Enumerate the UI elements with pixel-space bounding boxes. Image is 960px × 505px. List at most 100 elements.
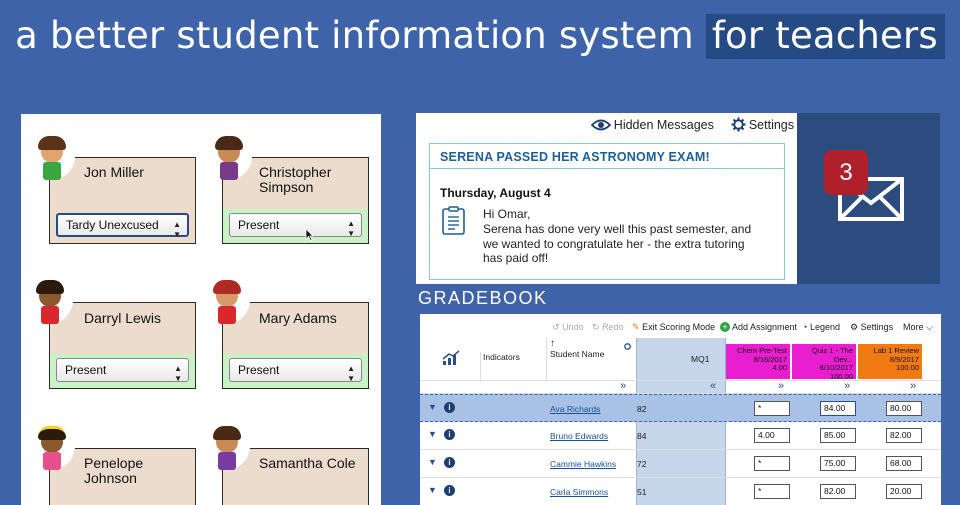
headline-prefix: a better student information system <box>15 14 706 57</box>
score-input[interactable]: 75.00 <box>820 456 856 471</box>
table-row[interactable]: ▼ i Ava Richards 82 * 84.00 80.00 <box>420 394 941 422</box>
gradebook-settings-button[interactable]: ⚙ Settings <box>850 322 893 333</box>
score-input[interactable]: 85.00 <box>820 428 856 443</box>
gear-icon <box>624 343 631 350</box>
attendance-status-select[interactable]: Present ▲ ▼ <box>229 358 362 383</box>
student-avatar <box>27 132 75 182</box>
more-menu-button[interactable]: More ⌵ <box>903 322 933 333</box>
pencil-icon: ✎ <box>632 322 640 332</box>
chart-icon <box>442 350 460 365</box>
eye-icon <box>590 119 612 131</box>
score-input[interactable]: 82.00 <box>820 484 856 499</box>
message-card[interactable]: SERENA PASSED HER ASTRONOMY EXAM! Thursd… <box>429 143 785 280</box>
score-input[interactable]: * <box>754 484 790 499</box>
row-actions: ▼ i <box>428 457 460 470</box>
score-input[interactable]: 68.00 <box>886 456 922 471</box>
expand-right-icon[interactable]: » <box>778 380 784 392</box>
expand-triangle-icon[interactable]: ▼ <box>428 457 437 467</box>
assignment-header[interactable]: Lab 1 Review 8/9/2017 100.00 <box>858 344 922 379</box>
legend-button[interactable]: ◔ Legend <box>802 322 840 332</box>
expand-right-icon[interactable]: » <box>844 380 850 392</box>
student-link[interactable]: Cammie Hawkins <box>550 459 616 469</box>
expand-triangle-icon[interactable]: ▼ <box>428 429 437 439</box>
attendance-status-value: Tardy Unexcused <box>66 218 159 232</box>
info-icon[interactable]: i <box>444 402 455 413</box>
gradebook-toolbar: ↺ Undo ↻ Redo ✎ Exit Scoring Mode + Add … <box>420 314 941 338</box>
expand-right-icon[interactable]: » <box>620 380 626 392</box>
add-assignment-label: Add Assignment <box>732 322 798 332</box>
student-name: Mary Adams <box>259 310 337 326</box>
gear-icon: ⚙ <box>850 322 859 332</box>
student-link[interactable]: Carla Simmons <box>550 487 608 497</box>
chevron-down-icon: ⌵ <box>926 322 933 332</box>
table-row[interactable]: ▼ i Bruno Edwards 84 4.00 85.00 82.00 <box>420 422 941 450</box>
undo-icon: ↺ <box>552 322 560 332</box>
student-link[interactable]: Bruno Edwards <box>550 431 608 441</box>
student-name-header[interactable]: ↑ Student Name <box>546 338 604 382</box>
expand-triangle-icon[interactable]: ▼ <box>428 402 437 412</box>
table-row[interactable]: ▼ i Carla Simmons 51 * 82.00 20.00 <box>420 478 941 505</box>
expand-right-icon[interactable]: » <box>910 380 916 392</box>
sort-arrow-icon: ↑ <box>550 338 555 349</box>
message-date: Thursday, August 4 <box>440 186 551 200</box>
gradebook-table: ↺ Undo ↻ Redo ✎ Exit Scoring Mode + Add … <box>420 314 941 505</box>
hidden-messages-label: Hidden Messages <box>613 118 714 133</box>
headline: a better student information system for … <box>0 14 960 59</box>
mail-notification[interactable]: 3 <box>797 113 940 284</box>
attendance-status-select[interactable]: Present ▲ ▼ <box>56 358 189 383</box>
indicators-header: Indicators <box>480 352 520 382</box>
assignment-header[interactable]: Chem Pre-Test 8/16/2017 4.00 <box>726 344 790 379</box>
table-row[interactable]: ▼ i Cammie Hawkins 72 * 75.00 68.00 <box>420 450 941 478</box>
score-input[interactable]: * <box>754 401 790 416</box>
score-input[interactable]: 4.00 <box>754 428 790 443</box>
gradebook-settings-label: Settings <box>860 322 894 332</box>
redo-icon: ↻ <box>592 322 600 332</box>
add-icon: + <box>720 322 730 332</box>
message-divider <box>430 168 784 169</box>
info-icon[interactable]: i <box>444 457 455 468</box>
assignment-header[interactable]: Quiz 1 - The Dev... 8/10/2017 100.00 <box>792 344 856 380</box>
info-icon[interactable]: i <box>444 429 455 440</box>
attendance-status-value: Present <box>238 363 280 377</box>
assignment-points: 100.00 <box>896 363 919 372</box>
student-avatar <box>25 276 73 326</box>
document-icon <box>442 206 465 235</box>
messages-panel: Hidden Messages Settings SERENA PASSED H… <box>416 113 798 284</box>
select-arrows-icon: ▲ ▼ <box>347 219 355 238</box>
info-icon[interactable]: i <box>444 485 455 496</box>
assignment-name: Quiz 1 - The Dev... <box>811 346 853 364</box>
message-body: Serena has done very well this past seme… <box>483 222 752 265</box>
expand-triangle-icon[interactable]: ▼ <box>428 485 437 495</box>
add-assignment-button[interactable]: + Add Assignment <box>720 322 797 332</box>
score-input[interactable]: 20.00 <box>886 484 922 499</box>
score-input[interactable]: 80.00 <box>886 401 922 416</box>
mouse-cursor-icon <box>305 228 314 241</box>
score-input[interactable]: 84.00 <box>820 401 856 416</box>
score-input[interactable]: 82.00 <box>886 428 922 443</box>
attendance-status-select[interactable]: Tardy Unexcused ▲ ▼ <box>56 213 189 239</box>
attendance-status-select[interactable]: Present ▲ ▼ <box>229 213 362 238</box>
mq1-header: MQ1 <box>691 354 710 364</box>
message-greeting: Hi Omar, <box>483 207 531 221</box>
student-link[interactable]: Ava Richards <box>550 404 600 414</box>
student-avatar <box>204 132 252 182</box>
message-settings-button[interactable]: Settings <box>731 117 794 132</box>
mq1-value: 82 <box>637 404 647 414</box>
mq1-value: 51 <box>637 487 647 497</box>
message-subject: SERENA PASSED HER ASTRONOMY EXAM! <box>440 150 710 164</box>
redo-button[interactable]: ↻ Redo <box>592 322 624 333</box>
undo-button[interactable]: ↺ Undo <box>552 322 584 333</box>
select-arrows-icon: ▲ ▼ <box>174 364 182 383</box>
collapse-left-icon[interactable]: « <box>710 380 716 392</box>
unread-count-badge: 3 <box>824 150 868 195</box>
exit-scoring-mode-button[interactable]: ✎ Exit Scoring Mode <box>632 322 715 333</box>
row-actions: ▼ i <box>428 429 460 442</box>
student-name: Christopher Simpson <box>259 164 332 195</box>
redo-label: Redo <box>602 322 624 332</box>
score-input[interactable]: * <box>754 456 790 471</box>
student-name-header-label: Student Name <box>550 349 605 359</box>
messages-toolbar: Hidden Messages Settings <box>590 117 794 133</box>
hidden-messages-button[interactable]: Hidden Messages <box>590 117 714 133</box>
exit-scoring-mode-label: Exit Scoring Mode <box>642 322 716 332</box>
undo-label: Undo <box>562 322 584 332</box>
